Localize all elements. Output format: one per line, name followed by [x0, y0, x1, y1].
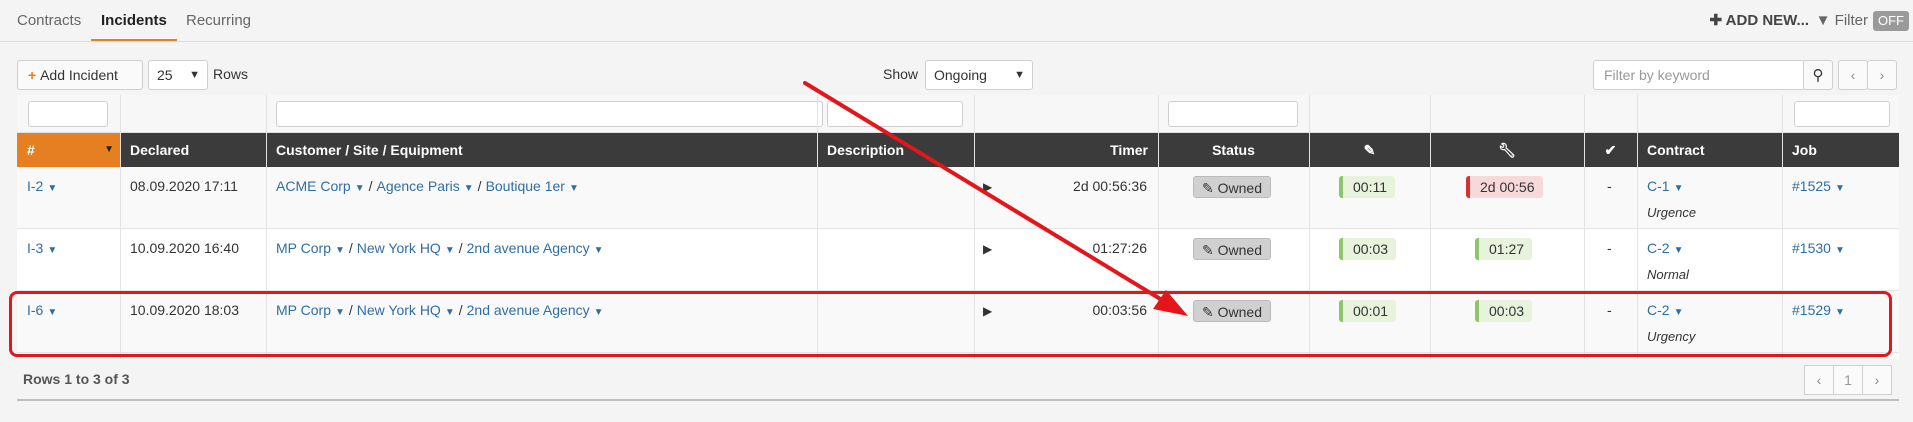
annotation-arrow — [803, 81, 1188, 316]
arrow-head — [1153, 290, 1188, 316]
arrow-shaft — [803, 81, 1164, 302]
